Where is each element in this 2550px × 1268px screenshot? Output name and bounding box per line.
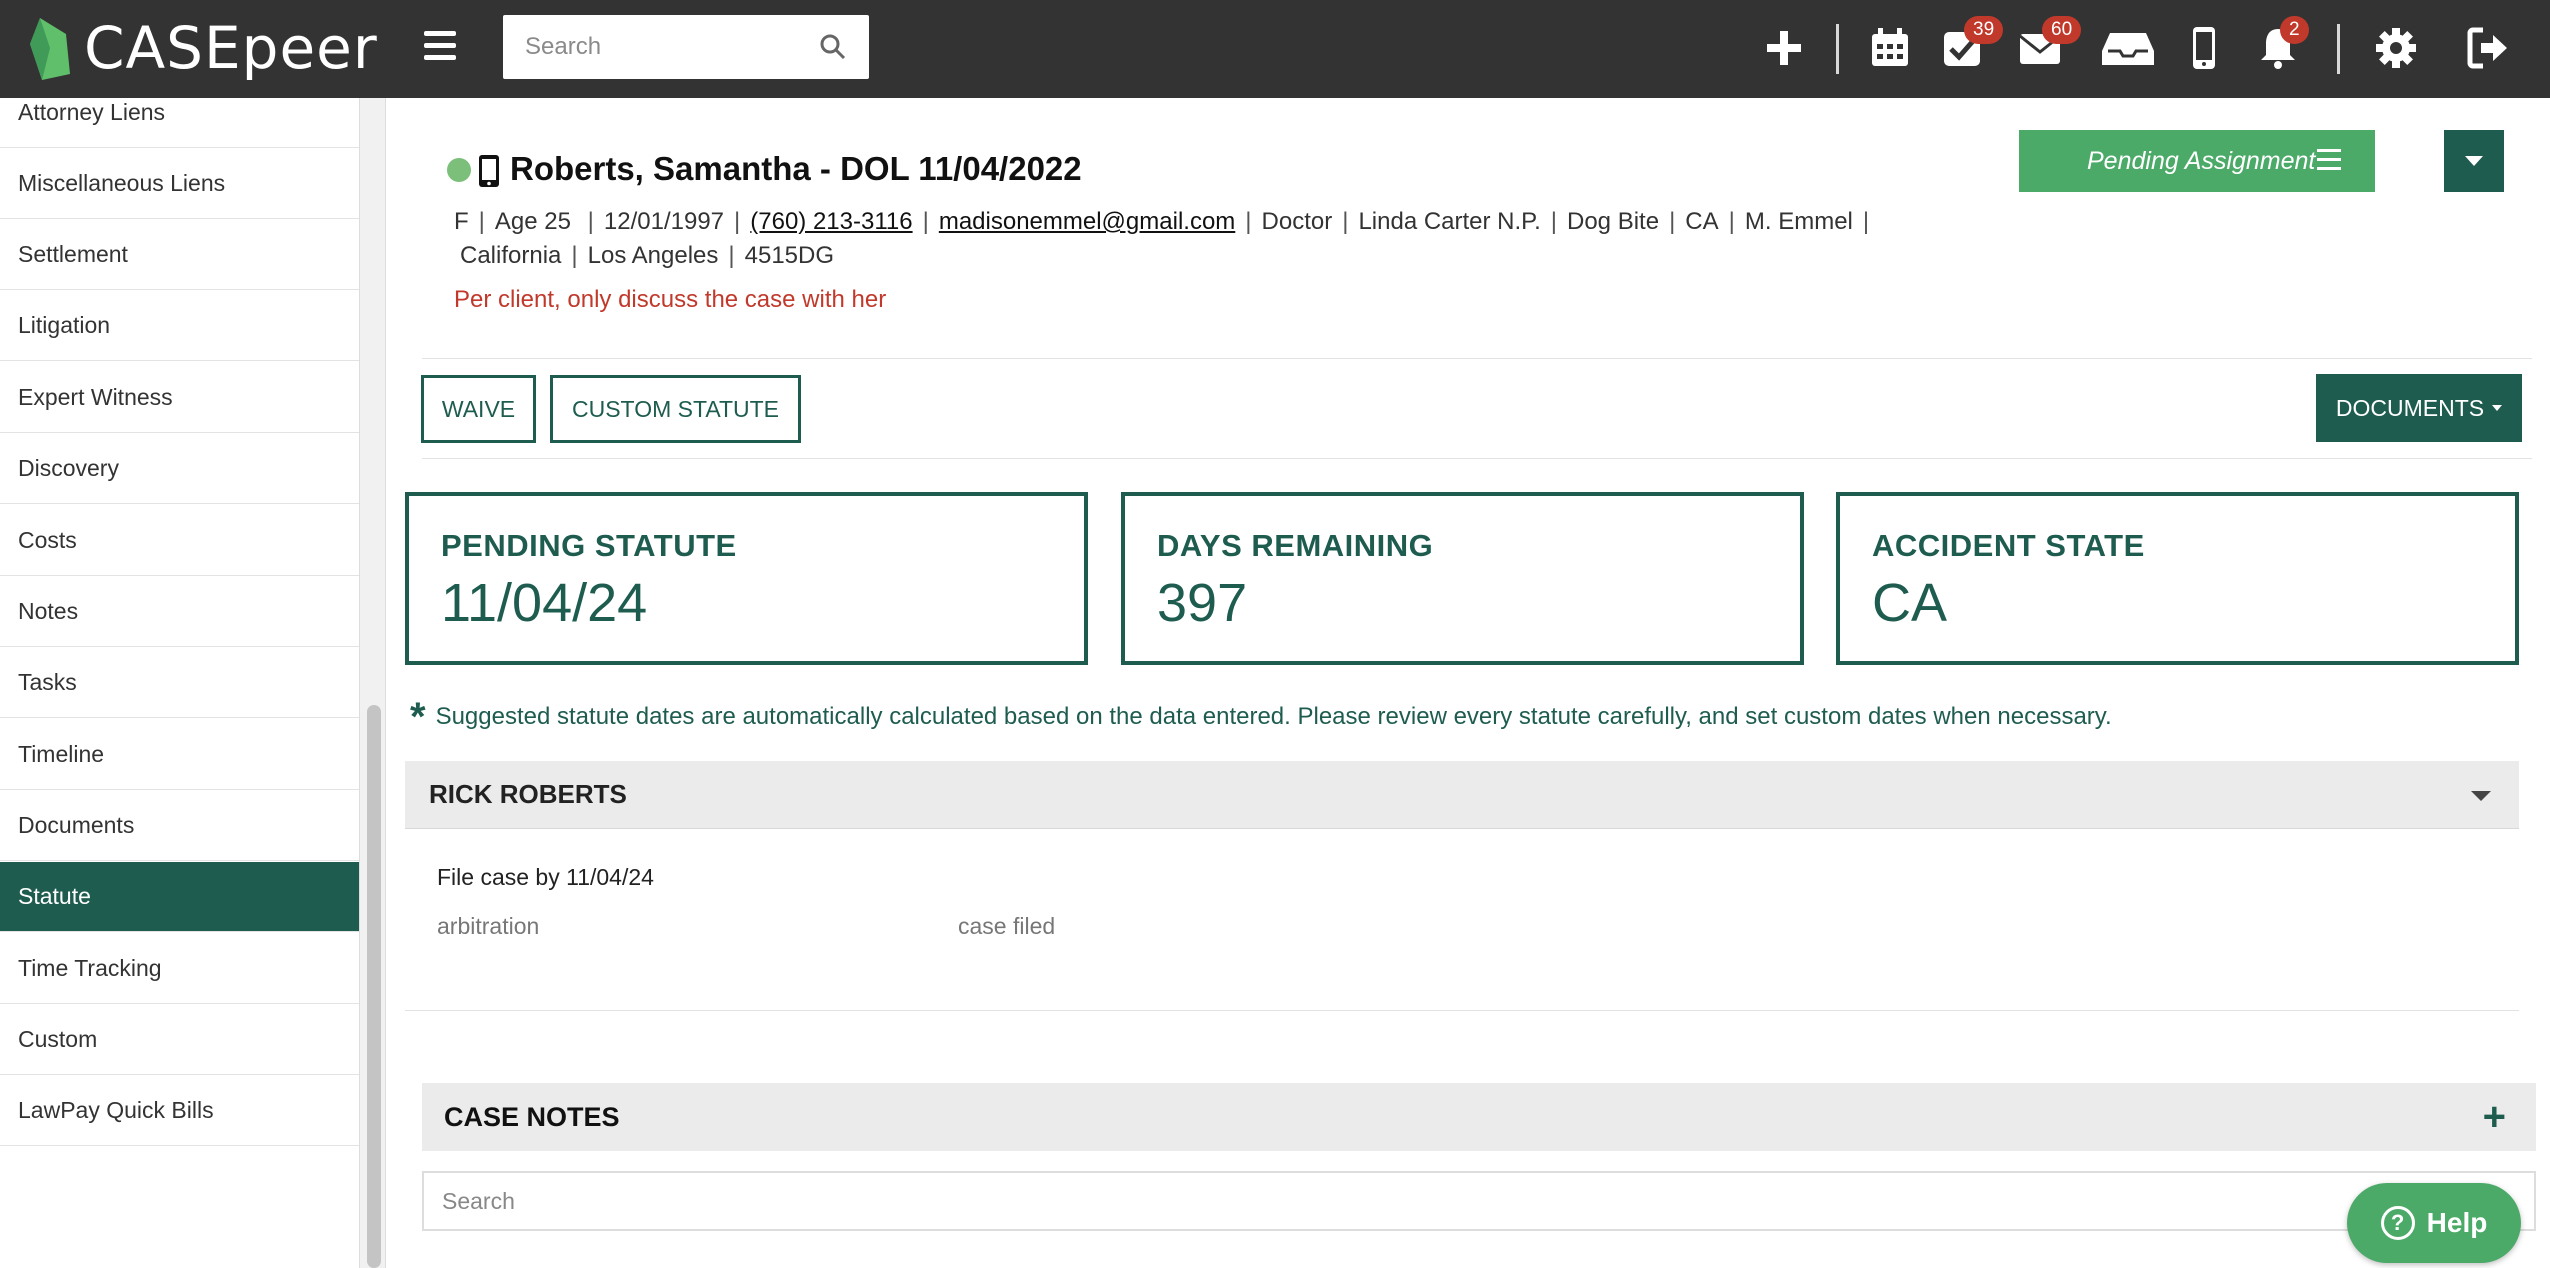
global-search-input[interactable] bbox=[503, 15, 803, 79]
sidebar-item-custom[interactable]: Custom bbox=[0, 1005, 359, 1075]
case-status-dot bbox=[447, 158, 471, 182]
case-attorney: M. Emmel bbox=[1744, 208, 1853, 235]
location-city: Los Angeles bbox=[587, 242, 719, 269]
add-icon[interactable] bbox=[1756, 20, 1812, 76]
sidebar-item-attorney-liens[interactable]: Attorney Liens bbox=[0, 98, 359, 148]
chevron-down-icon bbox=[2465, 156, 2483, 166]
logo-text: CASEpeer bbox=[84, 14, 378, 82]
sidebar-item-statute[interactable]: Statute bbox=[0, 862, 359, 932]
sidebar-item-costs[interactable]: Costs bbox=[0, 506, 359, 576]
notifications-count-badge: 2 bbox=[2280, 16, 2309, 44]
case-type: Dog Bite bbox=[1567, 208, 1660, 235]
inbox-icon[interactable] bbox=[2100, 20, 2156, 76]
case-info-line-2: California | Los Angeles | 4515DG bbox=[460, 242, 835, 269]
casepeer-logo[interactable]: CASEpeer bbox=[26, 8, 378, 88]
help-question-icon: ? bbox=[2380, 1206, 2415, 1240]
help-label: Help bbox=[2426, 1207, 2488, 1238]
sidebar-item-lawpay-quick-bills[interactable]: LawPay Quick Bills bbox=[0, 1076, 359, 1146]
case-status-label: Pending Assignment bbox=[2087, 146, 2316, 175]
case-sidebar: Attorney Liens Miscellaneous Liens Settl… bbox=[0, 98, 360, 1268]
mail-icon[interactable]: 60 bbox=[2012, 16, 2082, 76]
sidebar-item-settlement[interactable]: Settlement bbox=[0, 220, 359, 290]
case-code: 4515DG bbox=[744, 242, 835, 269]
toolbar-divider bbox=[2337, 24, 2340, 74]
case-role: Doctor bbox=[1261, 208, 1333, 235]
client-phone-link[interactable]: (760) 213-3116 bbox=[750, 208, 912, 235]
menu-toggle-icon[interactable] bbox=[420, 24, 460, 70]
sidebar-item-documents[interactable]: Documents bbox=[0, 791, 359, 861]
tasks-count-badge: 39 bbox=[1964, 16, 2004, 44]
stat-value: 11/04/24 bbox=[441, 573, 648, 633]
stat-label: ACCIDENT STATE bbox=[1872, 528, 2145, 563]
asterisk-icon: * bbox=[410, 695, 426, 739]
calendar-icon[interactable] bbox=[1862, 20, 1918, 76]
sidebar-item-miscellaneous-liens[interactable]: Miscellaneous Liens bbox=[0, 149, 359, 219]
divider bbox=[405, 1010, 2519, 1011]
tasks-icon[interactable]: 39 bbox=[1934, 16, 2004, 76]
client-gender: F bbox=[454, 208, 469, 235]
sidebar-item-litigation[interactable]: Litigation bbox=[0, 291, 359, 361]
statute-disclaimer: * Suggested statute dates are automatica… bbox=[410, 695, 2112, 739]
stat-card-accident-state: ACCIDENT STATE CA bbox=[1836, 492, 2519, 665]
logout-icon[interactable] bbox=[2460, 20, 2516, 76]
case-status-button[interactable]: Pending Assignment bbox=[2019, 130, 2375, 192]
client-dob: 12/01/1997 bbox=[603, 208, 725, 235]
mail-count-badge: 60 bbox=[2042, 16, 2082, 44]
stat-label: DAYS REMAINING bbox=[1157, 528, 1434, 563]
mobile-phone-icon[interactable] bbox=[2176, 20, 2232, 76]
case-info-line: F | Age 25 | 12/01/1997 | (760) 213-3116 | madi… bbox=[454, 208, 1870, 235]
sidebar-item-tasks[interactable]: Tasks bbox=[0, 648, 359, 718]
sidebar-item-time-tracking[interactable]: Time Tracking bbox=[0, 934, 359, 1004]
stat-card-pending-statute: PENDING STATUTE 11/04/24 bbox=[405, 492, 1088, 665]
case-notes-title: CASE NOTES bbox=[444, 1101, 620, 1132]
stat-value: 397 bbox=[1157, 573, 1248, 633]
disclaimer-text: Suggested statute dates are automaticall… bbox=[435, 703, 2112, 730]
client-alert-note: Per client, only discuss the case with h… bbox=[454, 286, 887, 313]
case-title: Roberts, Samantha - DOL 11/04/2022 bbox=[510, 150, 1082, 187]
notifications-bell-icon[interactable]: 2 bbox=[2250, 16, 2309, 76]
custom-statute-button[interactable]: CUSTOM STATUTE bbox=[550, 375, 801, 443]
sidebar-item-discovery[interactable]: Discovery bbox=[0, 434, 359, 504]
statute-type: arbitration bbox=[437, 913, 540, 939]
location-state: California bbox=[460, 242, 562, 269]
help-button[interactable]: ? Help bbox=[2347, 1183, 2521, 1263]
collapse-caret-icon[interactable] bbox=[2471, 791, 2491, 801]
case-status-dropdown-toggle[interactable] bbox=[2444, 130, 2504, 192]
file-case-by: File case by 11/04/24 bbox=[437, 864, 654, 890]
logo-leaf-icon bbox=[30, 18, 70, 80]
party-section-header[interactable]: RICK ROBERTS bbox=[405, 761, 2519, 829]
stat-card-days-remaining: DAYS REMAINING 397 bbox=[1121, 492, 1804, 665]
divider bbox=[422, 358, 2532, 359]
global-search bbox=[503, 15, 869, 79]
add-note-icon[interactable]: + bbox=[2483, 1097, 2506, 1137]
client-age: Age 25 bbox=[494, 208, 571, 235]
case-notes-header: CASE NOTES + bbox=[422, 1083, 2536, 1151]
party-name: RICK ROBERTS bbox=[429, 779, 627, 809]
client-email-link[interactable]: madisonemmel@gmail.com bbox=[939, 208, 1235, 235]
menu-lines-icon bbox=[2317, 149, 2341, 171]
statute-page: Roberts, Samantha - DOL 11/04/2022 F | Age… bbox=[392, 98, 2550, 1268]
stat-label: PENDING STATUTE bbox=[441, 528, 737, 563]
sidebar-item-notes[interactable]: Notes bbox=[0, 577, 359, 647]
sidebar-scroll-thumb[interactable] bbox=[367, 705, 381, 1268]
toolbar-divider bbox=[1836, 24, 1839, 74]
sidebar-item-timeline[interactable]: Timeline bbox=[0, 720, 359, 790]
sidebar-item-expert-witness[interactable]: Expert Witness bbox=[0, 363, 359, 433]
case-provider: Linda Carter N.P. bbox=[1358, 208, 1541, 235]
divider bbox=[422, 458, 2532, 459]
stat-value: CA bbox=[1872, 573, 1948, 633]
mobile-phone-icon bbox=[479, 155, 499, 187]
waive-button[interactable]: WAIVE bbox=[421, 375, 536, 443]
documents-button-label: DOCUMENTS bbox=[2335, 394, 2485, 421]
caret-down-icon bbox=[2492, 405, 2503, 411]
case-notes-search bbox=[422, 1171, 2536, 1231]
search-icon[interactable] bbox=[819, 33, 847, 61]
top-bar: CASEpeer 39 60 bbox=[0, 0, 2550, 98]
documents-dropdown-button[interactable]: DOCUMENTS bbox=[2316, 374, 2522, 442]
statute-status: case filed bbox=[958, 913, 1056, 939]
case-state: CA bbox=[1685, 208, 1719, 235]
gear-icon[interactable] bbox=[2368, 20, 2424, 76]
case-notes-search-input[interactable] bbox=[424, 1173, 2534, 1229]
